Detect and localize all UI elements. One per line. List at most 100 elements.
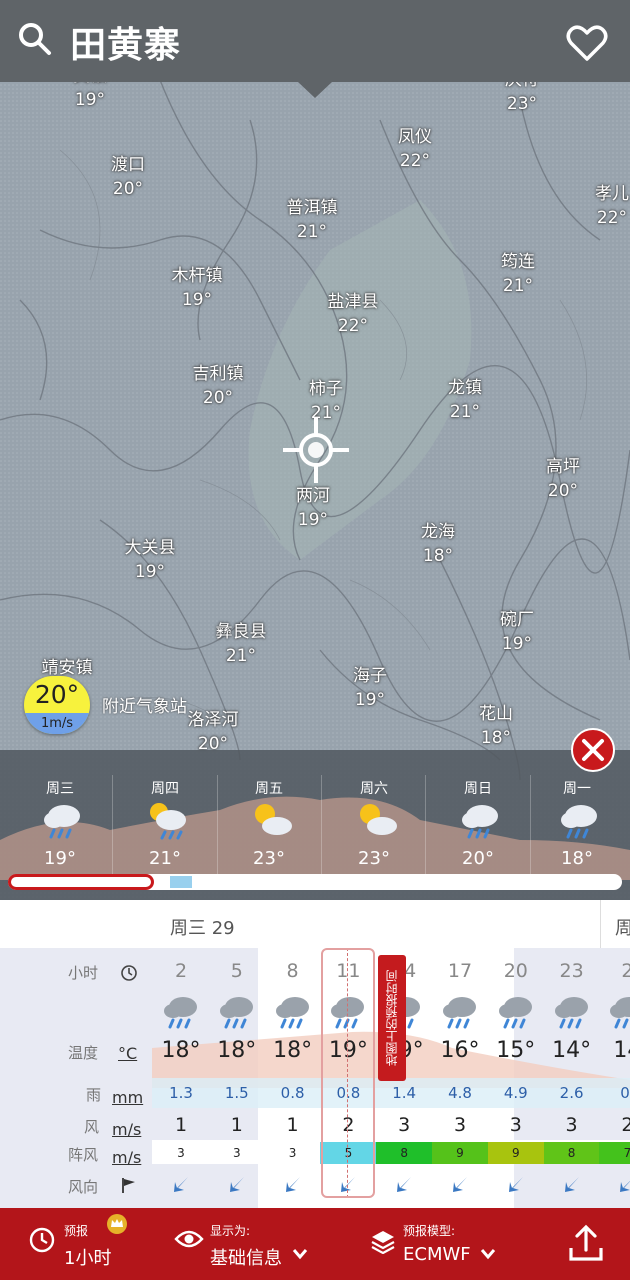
hour-column[interactable]: 8 18° 0.8 1 3 (264, 900, 321, 1208)
temp-value: 14 (613, 1038, 630, 1063)
wind-direction-arrow-icon (564, 1177, 579, 1192)
temp-value: 18° (273, 1038, 313, 1063)
day-item[interactable]: 周六 23° (322, 750, 426, 875)
day-temp: 21° (149, 848, 181, 869)
nearby-station-label[interactable]: 附近气象站 (102, 692, 187, 717)
wind-value: 1 (230, 1114, 243, 1136)
day-name: 周六 (360, 781, 388, 797)
gust-value: 3 (208, 1142, 265, 1164)
place-temp: 19° (297, 510, 329, 530)
nearby-station-badge[interactable]: 20° 1m/s (24, 676, 90, 734)
hourly-forecast-table[interactable]: 周三 29 周 小时 温度 °C 雨 mm 风 m/s 阵风 m/s 风向 21… (0, 900, 630, 1208)
hour-column[interactable]: 17 16° 4.8 3 9 (432, 900, 488, 1208)
map-time-tag: 地图上的预报时间 (378, 955, 406, 1081)
day-temp: 18° (561, 848, 593, 869)
day-item[interactable]: 周三 19° (8, 750, 112, 875)
hour-column[interactable]: 23 14° 2.6 3 8 (543, 900, 600, 1208)
place-name: 柿子 (309, 379, 343, 399)
search-icon[interactable] (18, 22, 52, 56)
map-place: 花山 18° (479, 702, 513, 750)
forecast-interval-control[interactable]: 预报 1小时 (0, 1208, 160, 1280)
hour-value: 23 (559, 960, 584, 982)
share-upload-icon[interactable] (568, 1224, 604, 1262)
rain-cloud-icon (219, 997, 253, 1029)
hour-value: 2 (621, 960, 630, 982)
map-place: 吉利镇 20° (193, 362, 244, 410)
sun-cloud-icon (255, 804, 292, 835)
hour-column[interactable]: 2 14 0. 2 7 (599, 900, 630, 1208)
premium-crown-icon (107, 1214, 127, 1234)
place-temp: 19° (501, 634, 533, 654)
display-mode-control[interactable]: 显示为: 基础信息 (170, 1208, 350, 1280)
rain-cloud-icon (275, 997, 309, 1029)
close-button[interactable] (571, 728, 615, 772)
display-label: 显示为: (210, 1224, 251, 1238)
day-name: 周四 (151, 781, 179, 797)
title-pointer (298, 82, 332, 98)
place-name: 木杆镇 (171, 266, 223, 286)
favorite-heart-icon[interactable] (566, 24, 608, 62)
rain-cloud-icon (498, 997, 532, 1029)
place-name: 龙海 (421, 522, 455, 542)
temp-value: 16° (440, 1038, 480, 1063)
map-place: 盐津县 22° (328, 290, 379, 338)
hour-value: 17 (447, 960, 473, 982)
day-temp: 19° (44, 848, 76, 869)
temp-unit: °C (118, 1044, 138, 1063)
location-title[interactable]: 田黄寨 (70, 16, 181, 68)
day-name: 周一 (563, 781, 591, 797)
hour-value: 8 (286, 960, 299, 982)
hour-column[interactable]: 5 18° 1.5 1 3 (208, 900, 265, 1208)
place-name: 盐津县 (327, 292, 379, 312)
place-name: 碗厂 (500, 610, 534, 630)
map-place: 渡口 20° (111, 153, 145, 201)
forecast-model-control[interactable]: 预报模型: ECMWF (366, 1208, 516, 1280)
hour-column[interactable]: 2 18° 1.3 1 3 (153, 900, 209, 1208)
place-name: 孝儿 (595, 184, 629, 204)
place-temp: 22° (596, 208, 628, 228)
clock-icon (121, 965, 137, 981)
place-temp: 18° (422, 546, 454, 566)
place-name: 高坪 (546, 457, 580, 477)
rain-value: 4.8 (448, 1084, 472, 1102)
temp-value: 15° (496, 1038, 536, 1063)
selected-hour-column[interactable] (321, 948, 375, 1198)
wind-value: 3 (453, 1114, 467, 1136)
temp-value: 18° (161, 1038, 201, 1063)
place-temp: 18° (480, 728, 512, 748)
gust-value: 9 (432, 1142, 488, 1164)
place-name: 龙镇 (448, 378, 482, 398)
day-temp: 23° (253, 848, 285, 869)
day-item[interactable]: 周五 23° (217, 750, 321, 875)
rain-cloud-icon (610, 997, 630, 1029)
wind-direction-arrow-icon (174, 1177, 188, 1192)
place-name: 两河 (296, 486, 330, 506)
day-item[interactable]: 周四 21° (113, 750, 217, 875)
hour-column[interactable]: 20 15° 4.9 3 9 (487, 900, 544, 1208)
gust-value: 9 (487, 1142, 544, 1164)
day-temp: 20° (462, 848, 494, 869)
rain-value: 0. (620, 1084, 630, 1102)
day-item[interactable]: 周日 20° (426, 750, 530, 875)
model-label: 预报模型: (403, 1224, 456, 1238)
place-temp: 21° (225, 646, 257, 666)
flag-icon (122, 1178, 135, 1193)
gust-value: 7 (599, 1142, 630, 1164)
wind-value: 1 (286, 1114, 299, 1136)
place-temp: 19° (354, 690, 386, 710)
place-name: 海子 (353, 666, 387, 686)
day-name: 周三 (46, 781, 74, 797)
location-crosshair-icon (283, 417, 349, 483)
temp-row-label: 温度 (68, 1044, 99, 1062)
layers-icon (371, 1231, 395, 1254)
map-place: 彝良县 21° (216, 620, 267, 668)
rain-unit: mm (112, 1088, 144, 1107)
rain-cloud-icon (443, 997, 476, 1029)
timeline-window-handle[interactable] (8, 874, 154, 890)
close-icon (582, 739, 604, 761)
rain-cloud-icon (462, 805, 498, 839)
gust-unit: m/s (112, 1148, 142, 1167)
wind-value: 3 (565, 1114, 578, 1136)
wind-direction-arrow-icon (620, 1181, 630, 1192)
place-temp: 19° (134, 562, 166, 582)
